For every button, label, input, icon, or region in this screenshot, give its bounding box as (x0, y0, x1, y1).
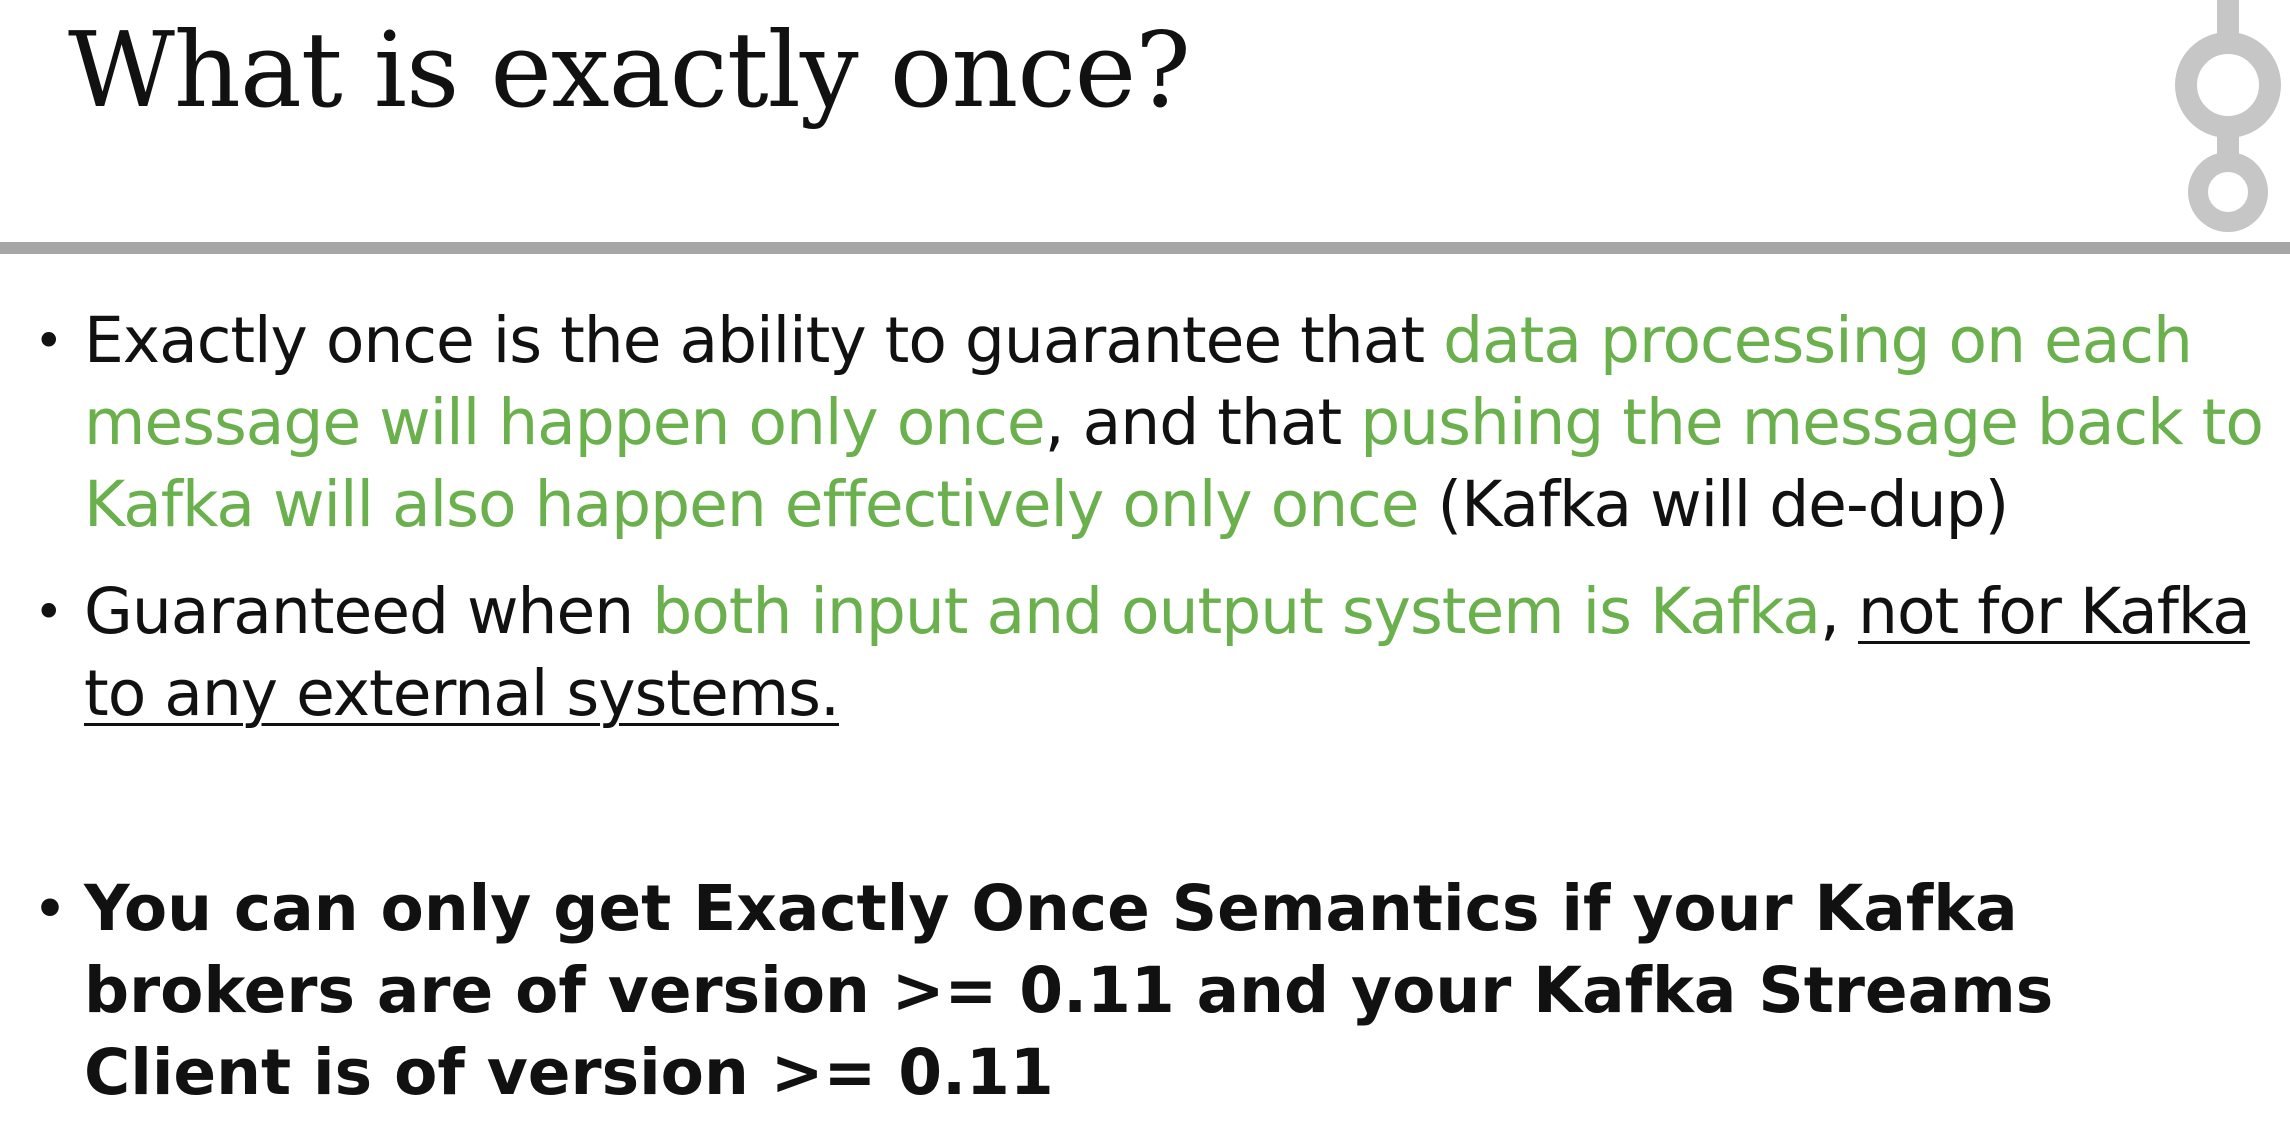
title-divider (0, 242, 2290, 254)
bullet-marker: • (34, 583, 64, 641)
bullet-item: • You can only get Exactly Once Semantic… (34, 868, 2224, 1114)
bullet-text-segment: Exactly once is the ability to guarantee… (84, 304, 1444, 377)
bullet-text-segment: Guaranteed when (84, 575, 653, 648)
bullet-text-segment: (Kafka will de-dup) (1418, 468, 2010, 541)
bullet-item: • Guaranteed when both input and output … (34, 571, 2264, 735)
bullet-text-segment: , and that (1044, 386, 1361, 459)
bullet-bold-segment: You can only get Exactly Once Semantics … (84, 872, 2054, 1109)
slide: What is exactly once? • Exactly once is … (0, 0, 2290, 1130)
bullet-marker: • (34, 880, 66, 938)
bullet-text-segment: , (1819, 575, 1859, 648)
bullet-item: • Exactly once is the ability to guarant… (34, 300, 2264, 546)
bullet-highlight-segment: both input and output system is Kafka (652, 575, 1821, 648)
kafka-logo-icon (2175, 0, 2281, 232)
slide-title: What is exactly once? (68, 9, 1191, 131)
bullet-marker: • (34, 312, 64, 370)
